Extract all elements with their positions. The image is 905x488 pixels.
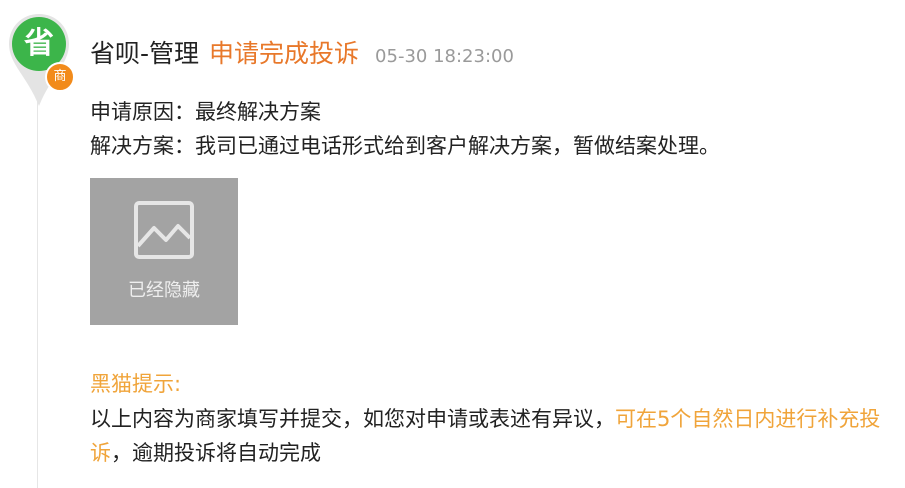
avatar[interactable]: 省 商	[7, 12, 75, 108]
reason-text: 申请原因：最终解决方案	[90, 100, 321, 124]
action-label: 申请完成投诉	[209, 39, 360, 68]
image-icon	[134, 201, 194, 259]
tip-body: 以上内容为商家填写并提交，如您对申请或表述有异议，可在5个自然日内进行补充投诉，…	[90, 402, 902, 470]
timestamp: 05-30 18:23:00	[375, 46, 514, 67]
author-name[interactable]: 省呗-管理	[90, 34, 199, 70]
hidden-image-attachment[interactable]: 已经隐藏	[90, 178, 238, 325]
complaint-timeline-entry: 省 商 省呗-管理 申请完成投诉 05-30 18:23:00 申请原因：最终解…	[0, 0, 905, 488]
tip-body-prefix: 以上内容为商家填写并提交，如您对申请或表述有异议，	[90, 407, 615, 431]
entry-header: 省呗-管理 申请完成投诉 05-30 18:23:00	[90, 34, 514, 70]
hidden-label: 已经隐藏	[128, 280, 200, 301]
merchant-badge: 商	[45, 62, 75, 92]
avatar-char: 省	[24, 26, 54, 61]
tip-title: 黑猫提示:	[90, 372, 182, 396]
solution-text: 解决方案：我司已通过电话形式给到客户解决方案，暂做结案处理。	[90, 134, 720, 158]
tip-body-suffix: ，逾期投诉将自动完成	[111, 441, 321, 465]
timeline-line	[37, 100, 38, 488]
